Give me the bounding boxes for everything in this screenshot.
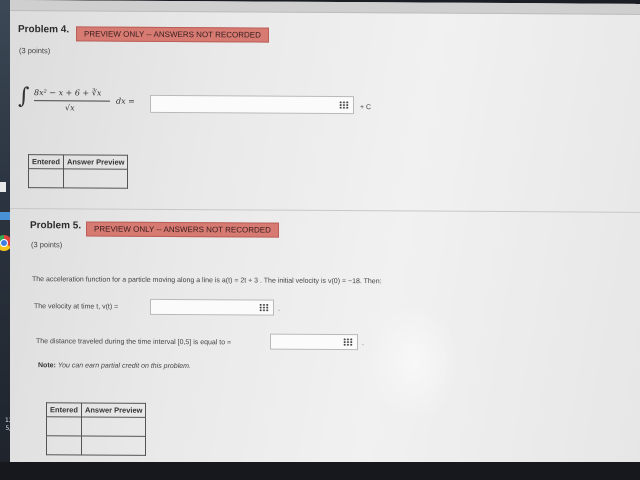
answer-preview-header: Answer Preview (63, 154, 128, 170)
note-text: You can earn partial credit on this prob… (57, 362, 191, 371)
entered-cell (46, 416, 82, 436)
integral-numerator: 8x² − x + 6 + ∛x (34, 88, 102, 98)
problem-4-answer-input[interactable] (150, 94, 354, 115)
problem-4-preview-table: Entered Answer Preview (28, 154, 128, 189)
screen-glare (370, 302, 460, 423)
entered-cell (46, 435, 82, 455)
problem-5-preview-table: Entered Answer Preview (46, 402, 146, 456)
velocity-period: . (278, 305, 280, 313)
answer-preview-cell (81, 435, 146, 456)
velocity-answer-input[interactable] (150, 298, 274, 316)
answer-preview-cell (81, 416, 146, 437)
problem-4-preview-badge: PREVIEW ONLY -- ANSWERS NOT RECORDED (76, 26, 269, 43)
problem-5-title: Problem 5. (30, 220, 82, 232)
problem-5-preview-badge: PREVIEW ONLY -- ANSWERS NOT RECORDED (86, 221, 279, 238)
distance-period: . (362, 340, 364, 348)
problem-divider (10, 208, 640, 213)
problem-4-points: (3 points) (19, 46, 51, 56)
integral-sign: ∫ (18, 84, 30, 110)
partial-credit-note: Note: You can earn partial credit on thi… (38, 362, 191, 370)
distance-answer-input[interactable] (270, 333, 358, 351)
monitor-bezel (0, 462, 640, 480)
plus-c-label: + C (360, 104, 372, 112)
equation-editor-icon[interactable] (343, 338, 353, 347)
distance-label: The distance traveled during the time in… (36, 338, 232, 347)
answer-preview-header: Answer Preview (81, 402, 146, 418)
entered-cell (28, 168, 64, 188)
integral-denominator: √x (65, 103, 75, 113)
taskbar-app-tile[interactable] (0, 182, 6, 192)
problem-5-statement: The acceleration function for a particle… (32, 276, 382, 286)
webwork-page: Problem 4. PREVIEW ONLY -- ANSWERS NOT R… (10, 0, 640, 466)
problem-5-points: (3 points) (31, 240, 63, 250)
answer-preview-cell (63, 168, 128, 189)
integral-dx: dx = (116, 96, 135, 106)
equation-editor-icon[interactable] (259, 303, 269, 312)
equation-editor-icon[interactable] (339, 101, 349, 110)
entered-header: Entered (28, 154, 64, 169)
note-label: Note: (38, 362, 56, 370)
fraction-bar (34, 100, 110, 102)
taskbar-app-tile-blue[interactable] (0, 212, 10, 220)
problem-4-title: Problem 4. (18, 24, 70, 36)
browser-top-edge (10, 0, 640, 15)
entered-header: Entered (46, 402, 82, 417)
velocity-label: The velocity at time t, v(t) = (34, 303, 119, 311)
